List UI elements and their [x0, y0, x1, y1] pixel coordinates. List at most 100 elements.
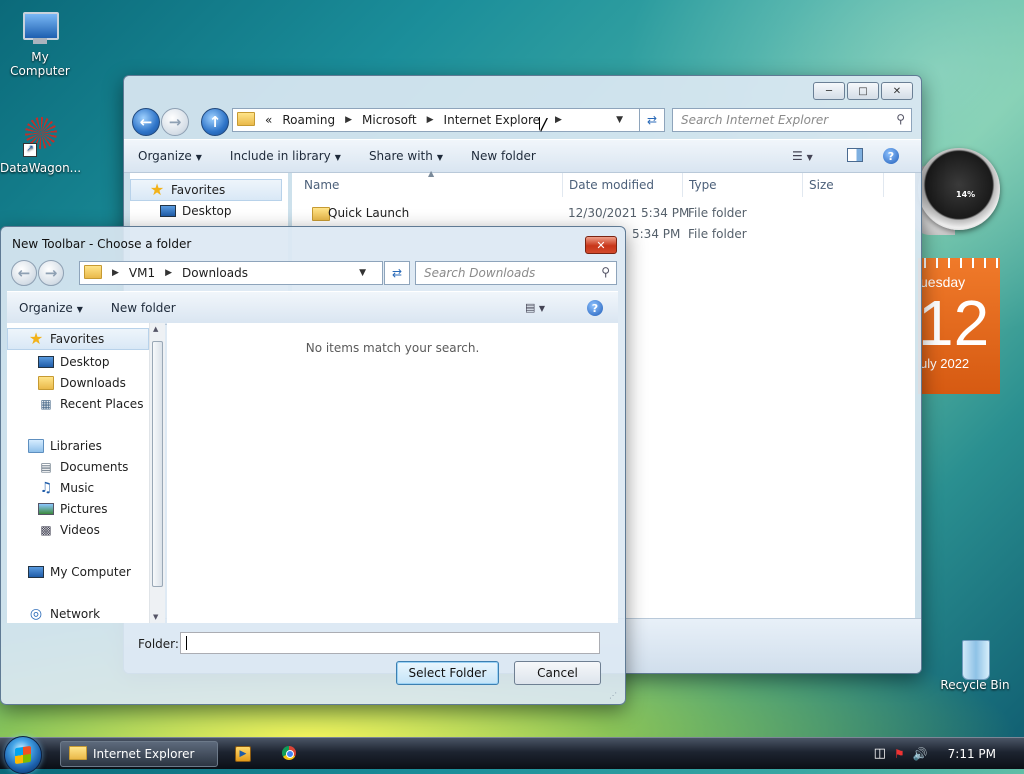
system-tray: ◫ ⚑ 🔊 7:11 PM	[874, 738, 1024, 769]
breadcrumb-overflow[interactable]: «	[265, 113, 272, 127]
row-type: File folder	[688, 227, 747, 241]
taskbar-item-internet-explorer[interactable]: Internet Explorer	[60, 741, 218, 767]
star-icon: ★	[149, 180, 165, 199]
refresh-button[interactable]: ⇄	[639, 108, 665, 132]
dialog-file-list: No items match your search.	[167, 323, 618, 623]
volume-icon[interactable]: 🔊	[913, 747, 928, 761]
address-bar[interactable]: « Roaming ▶ Microsoft ▶ Internet Explore…	[232, 108, 640, 132]
views-icon[interactable]: ▤ ▼	[525, 301, 545, 314]
new-folder-button[interactable]: New folder	[457, 149, 550, 163]
back-button[interactable]: ←	[132, 108, 160, 136]
chevron-down-icon[interactable]: ▼	[616, 115, 623, 125]
row-name: Quick Launch	[328, 206, 410, 220]
forward-button[interactable]: →	[161, 108, 189, 136]
preview-pane-icon[interactable]	[847, 148, 863, 162]
share-with-button[interactable]: Share with ▼	[355, 149, 457, 163]
desktop-icon-datawagon[interactable]: ↗ DataWagon...	[0, 115, 81, 175]
column-header-type[interactable]: Type	[683, 173, 803, 197]
nav-documents[interactable]: ▤ Documents	[38, 459, 128, 475]
scroll-up-icon[interactable]: ▲	[153, 325, 158, 333]
text-caret	[186, 636, 187, 650]
nav-desktop[interactable]: Desktop	[160, 203, 232, 219]
nav-videos-label: Videos	[60, 523, 100, 537]
include-in-library-button[interactable]: Include in library ▼	[216, 149, 355, 163]
back-button[interactable]: ←	[11, 260, 37, 286]
pictures-icon	[38, 501, 54, 517]
media-player-icon[interactable]: ▶	[235, 746, 251, 762]
minimize-button[interactable]: ─	[813, 82, 845, 100]
new-folder-button[interactable]: New folder	[97, 301, 190, 315]
chevron-right-icon[interactable]: ▶	[555, 115, 562, 125]
videos-icon: ▩	[40, 523, 52, 537]
chevron-right-icon[interactable]: ▶	[427, 115, 434, 125]
folder-icon	[237, 111, 255, 129]
maximize-button[interactable]: □	[847, 82, 879, 100]
close-button[interactable]: ✕	[881, 82, 913, 100]
table-row[interactable]: Quick Launch 12/30/2021 5:34 PM File fol…	[292, 203, 912, 223]
gadget-calendar[interactable]: uesday 12 uly 2022	[918, 258, 1000, 394]
chevron-right-icon[interactable]: ▶	[112, 268, 119, 278]
search-input[interactable]: Search Downloads ⚲	[415, 261, 617, 285]
computer-icon	[19, 10, 61, 48]
search-placeholder: Search Downloads	[424, 266, 536, 280]
include-label: Include in library	[229, 149, 331, 163]
nav-music[interactable]: ♫ Music	[38, 480, 94, 496]
breadcrumb-microsoft[interactable]: Microsoft	[362, 113, 417, 127]
chevron-down-icon: ▼	[195, 153, 202, 162]
nav-my-computer[interactable]: My Computer	[28, 564, 131, 580]
column-header-size[interactable]: Size	[803, 173, 884, 197]
select-folder-button[interactable]: Select Folder	[396, 661, 499, 685]
refresh-button[interactable]: ⇄	[384, 261, 410, 285]
nav-desktop[interactable]: Desktop	[38, 354, 110, 370]
nav-network[interactable]: ◎ Network	[28, 606, 100, 622]
nav-desktop-label: Desktop	[60, 355, 110, 369]
nav-videos[interactable]: ▩ Videos	[38, 522, 100, 538]
cancel-button[interactable]: Cancel	[514, 661, 601, 685]
search-input[interactable]: Search Internet Explorer ⚲	[672, 108, 912, 132]
search-icon[interactable]: ⚲	[601, 265, 610, 279]
desktop-icon-my-computer[interactable]: My Computer	[0, 10, 80, 78]
organize-button[interactable]: Organize ▼	[7, 301, 97, 315]
help-icon[interactable]: ?	[883, 148, 899, 164]
gadget-cpu-meter[interactable]: 14%	[918, 148, 1000, 230]
network-icon[interactable]: ◫	[874, 746, 886, 761]
views-icon[interactable]: ☰ ▼	[792, 149, 813, 163]
organize-button[interactable]: Organize ▼	[124, 149, 216, 163]
scroll-down-icon[interactable]: ▼	[153, 613, 158, 621]
security-alert-icon[interactable]: ⚑	[894, 747, 905, 761]
folder-input[interactable]	[180, 632, 600, 654]
breadcrumb-downloads[interactable]: Downloads	[182, 266, 248, 280]
up-button[interactable]: ↑	[201, 108, 229, 136]
resize-grip-icon[interactable]: ⋰	[609, 691, 617, 700]
chrome-icon[interactable]	[282, 746, 296, 760]
column-header-date[interactable]: Date modified	[563, 173, 683, 197]
breadcrumb-vm1[interactable]: VM1	[129, 266, 155, 280]
breadcrumb-internet-explorer[interactable]: Internet Explorer	[444, 113, 545, 127]
forward-button[interactable]: →	[38, 260, 64, 286]
star-icon: ★	[28, 329, 44, 348]
dialog-close-button[interactable]: ✕	[585, 236, 617, 254]
column-header-name[interactable]: Name	[298, 173, 563, 197]
address-bar[interactable]: ▶ VM1 ▶ Downloads ▼	[79, 261, 383, 285]
nav-favorites[interactable]: ★ Favorites	[7, 328, 149, 350]
desktop-icon-recycle-bin[interactable]: Recycle Bin	[935, 636, 1015, 692]
start-button[interactable]	[4, 736, 42, 774]
nav-libraries[interactable]: Libraries	[28, 438, 102, 454]
help-icon[interactable]: ?	[587, 300, 603, 316]
folder-icon	[84, 264, 102, 282]
window-caption-buttons: ─ □ ✕	[813, 82, 913, 100]
nav-scrollbar[interactable]: ▲ ▼	[149, 323, 165, 623]
nav-pictures[interactable]: Pictures	[38, 501, 108, 517]
nav-documents-label: Documents	[60, 460, 129, 474]
scrollbar-thumb[interactable]	[152, 341, 163, 587]
nav-downloads[interactable]: Downloads	[38, 375, 126, 391]
search-icon[interactable]: ⚲	[896, 112, 905, 126]
clock[interactable]: 7:11 PM	[948, 747, 996, 761]
chevron-right-icon[interactable]: ▶	[165, 268, 172, 278]
breadcrumb-roaming[interactable]: Roaming	[282, 113, 335, 127]
chevron-right-icon[interactable]: ▶	[345, 115, 352, 125]
nav-favorites[interactable]: ★ Favorites	[130, 179, 282, 201]
nav-desktop-label: Desktop	[182, 204, 232, 218]
nav-recent-places[interactable]: ▦ Recent Places	[38, 396, 143, 412]
chevron-down-icon[interactable]: ▼	[359, 268, 366, 278]
